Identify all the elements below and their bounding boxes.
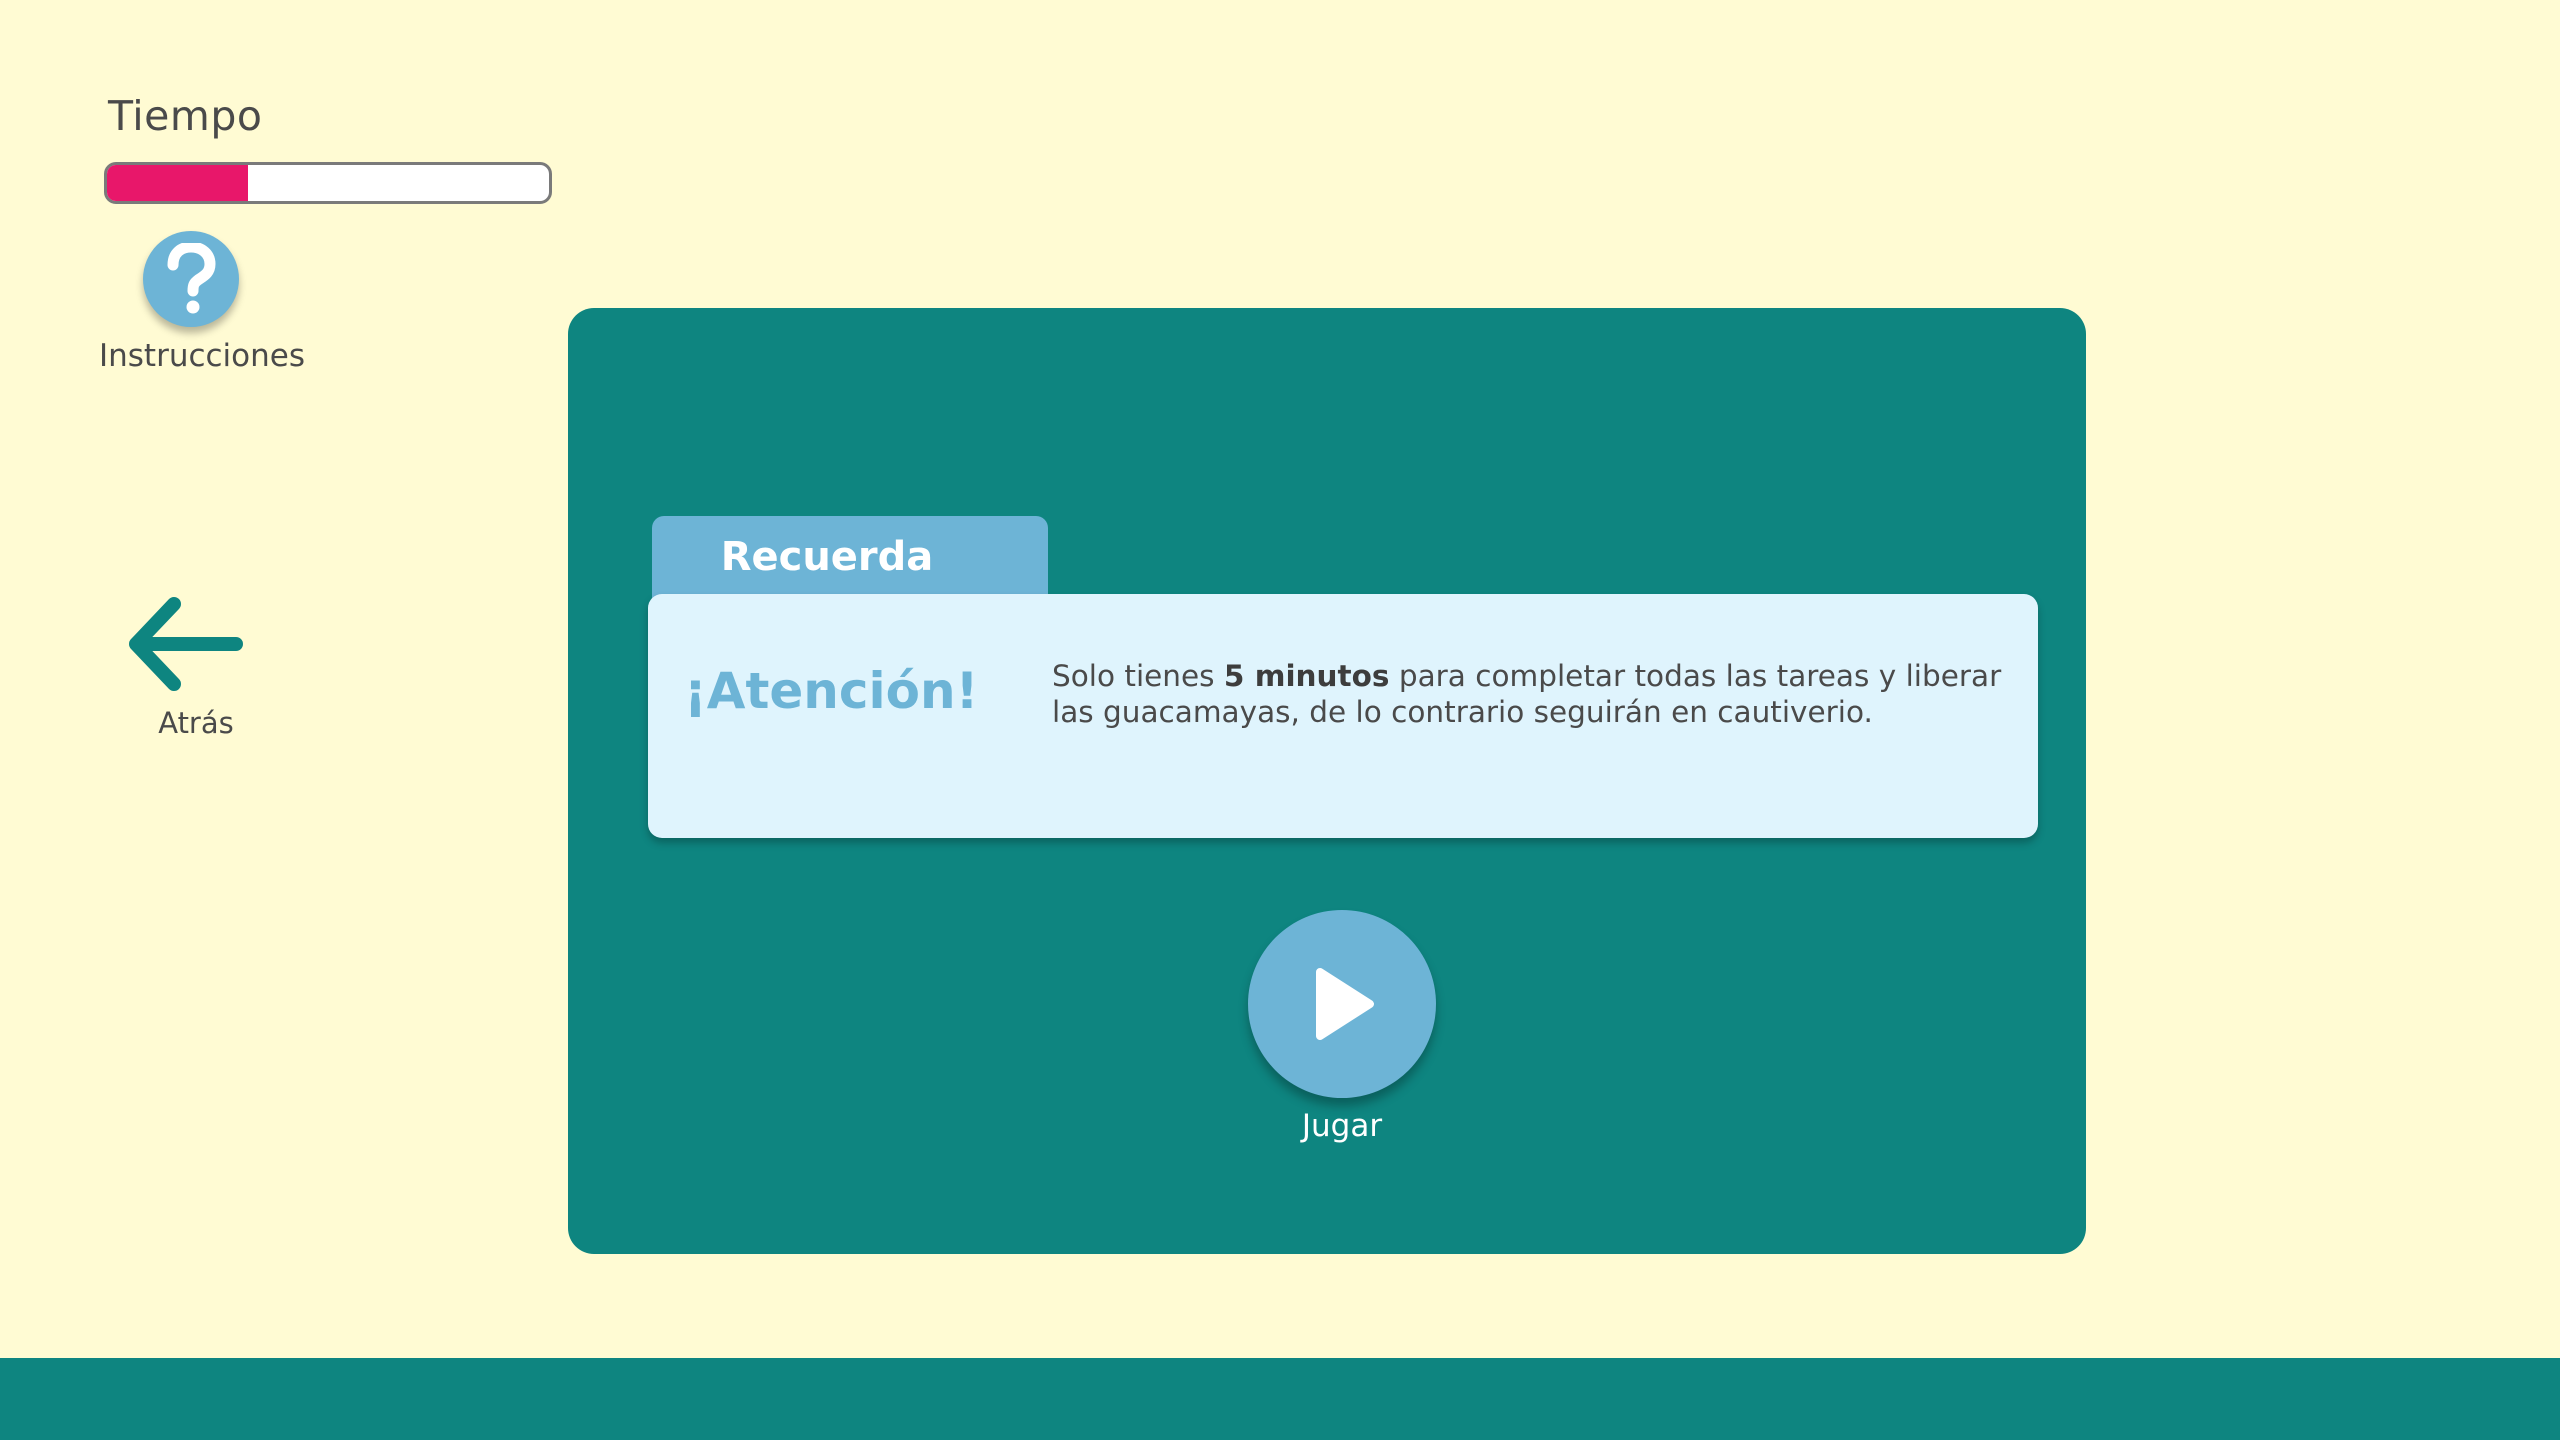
play-button[interactable] <box>1248 910 1436 1098</box>
reminder-card: ¡Atención! Solo tienes 5 minutos para co… <box>648 594 2038 838</box>
timer-progress-bar <box>104 162 552 204</box>
play-icon <box>1316 968 1374 1040</box>
play-label: Jugar <box>1301 1108 1383 1144</box>
timer-progress-fill <box>107 165 249 201</box>
back-button[interactable] <box>128 596 244 692</box>
instructions-button[interactable] <box>143 231 239 327</box>
question-icon <box>167 243 216 314</box>
message-prefix: Solo tienes <box>1052 659 1224 693</box>
back-label: Atrás <box>158 706 234 740</box>
footer-bar <box>0 1358 2560 1440</box>
reminder-tab-label: Recuerda <box>720 534 934 580</box>
reminder-message: Solo tienes 5 minutos para completar tod… <box>1052 658 2012 730</box>
instructions-label: Instrucciones <box>98 338 306 374</box>
message-time-limit: 5 minutos <box>1223 659 1390 693</box>
arrow-left-icon <box>129 597 243 691</box>
timer-label: Tiempo <box>108 92 263 140</box>
main-panel: Recuerda ¡Atención! Solo tienes 5 minuto… <box>568 308 2086 1254</box>
attention-title: ¡Atención! <box>684 662 979 720</box>
